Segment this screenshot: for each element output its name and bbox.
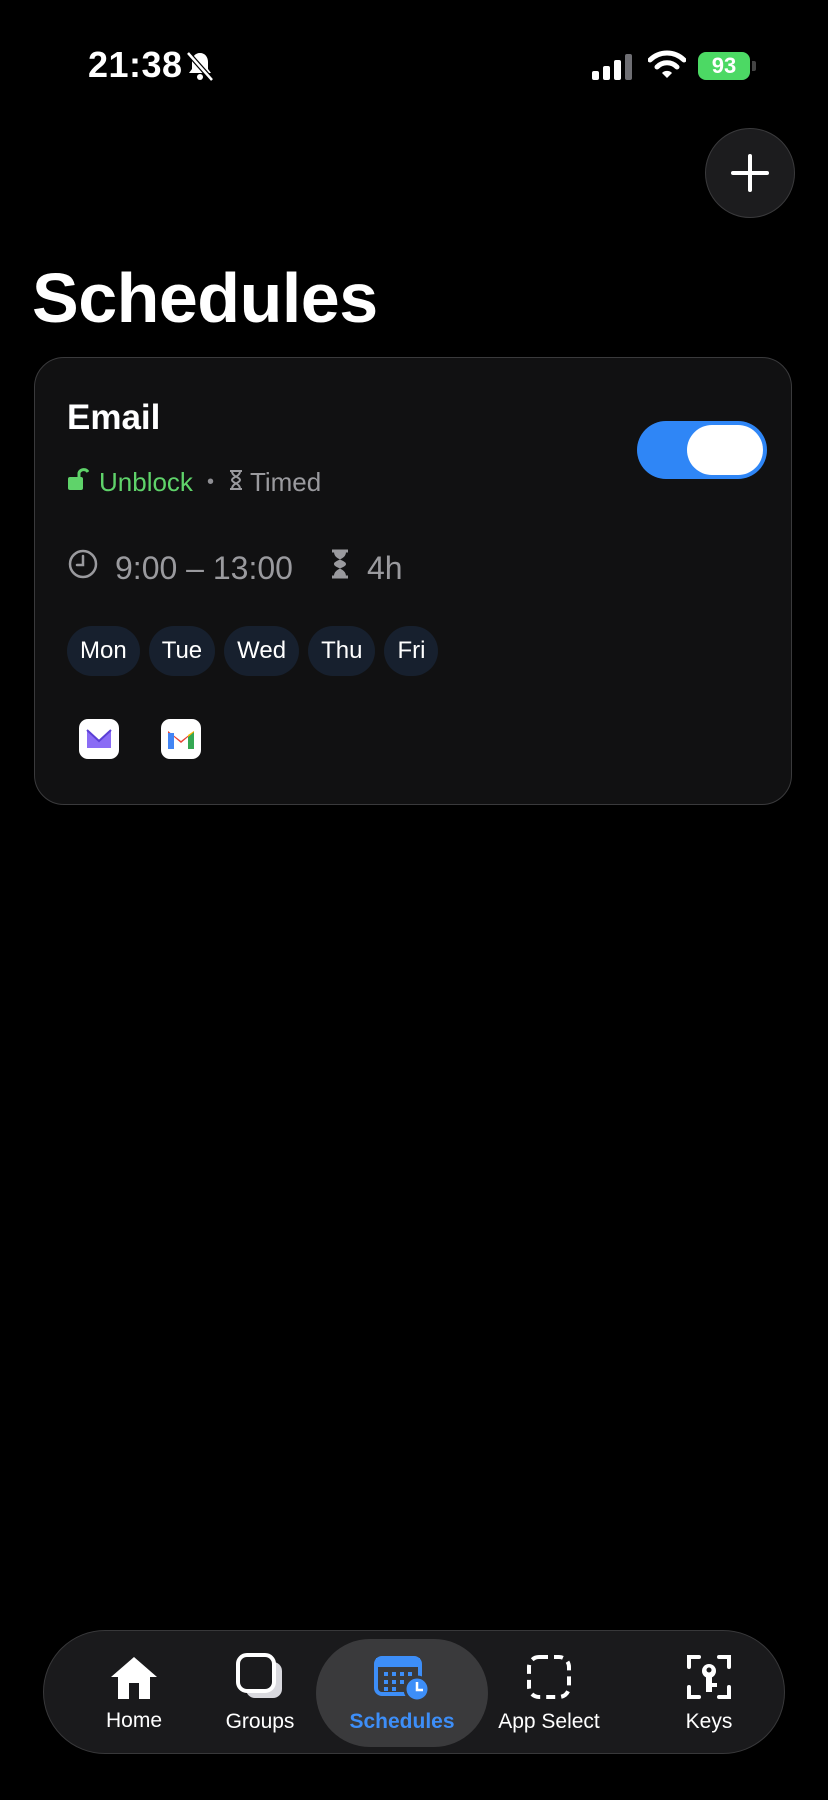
cellular-signal-icon: [592, 54, 634, 85]
status-time: 21:38: [88, 44, 183, 85]
day-chip: Mon: [67, 626, 140, 676]
day-chip: Thu: [308, 626, 376, 676]
schedule-name: Email: [67, 398, 161, 437]
key-icon: [687, 1655, 731, 1699]
battery-nub: [752, 61, 756, 71]
tab-bar: Home Groups Schedules App Select Keys: [43, 1630, 785, 1754]
gmail-icon: [161, 719, 201, 759]
tab-label: Groups: [225, 1710, 295, 1733]
toggle-knob: [687, 425, 763, 475]
tab-label: App Select: [498, 1710, 600, 1733]
day-chips: Mon Tue Wed Thu Fri: [67, 626, 439, 676]
schedule-time-row: 9:00 – 13:00 4h: [67, 548, 403, 588]
battery-level: 93: [711, 53, 737, 78]
tab-app-select[interactable]: App Select: [496, 1631, 602, 1755]
unlock-icon: [67, 466, 90, 499]
bell-muted-icon: [186, 49, 214, 88]
wifi-icon: [647, 50, 687, 85]
tab-home[interactable]: Home: [84, 1631, 184, 1755]
schedule-enabled-toggle[interactable]: [637, 421, 767, 479]
clock-icon: [67, 548, 99, 588]
schedule-meta: Unblock • Timed: [67, 466, 321, 499]
tab-label: Keys: [685, 1710, 733, 1733]
tab-label: Home: [105, 1709, 163, 1732]
schedule-card[interactable]: Email Unblock • Timed 9:00 – 13:00 4h Mo…: [34, 357, 792, 805]
tab-groups[interactable]: Groups: [210, 1631, 310, 1755]
plus-icon: [731, 154, 769, 192]
time-range: 9:00 – 13:00: [115, 549, 293, 586]
page-title: Schedules: [32, 259, 378, 337]
home-icon: [111, 1657, 157, 1699]
hourglass-icon: [329, 549, 351, 587]
tab-label: Schedules: [349, 1710, 455, 1733]
mode-label: Unblock: [99, 467, 193, 497]
day-chip: Wed: [224, 626, 300, 676]
proton-mail-icon: [79, 719, 119, 759]
tab-keys[interactable]: Keys: [669, 1631, 749, 1755]
day-chip: Fri: [384, 626, 439, 676]
battery-indicator: 93: [698, 52, 750, 80]
add-schedule-button[interactable]: [705, 128, 795, 218]
app-icons: [79, 719, 201, 759]
type-label: Timed: [249, 467, 322, 497]
duration: 4h: [366, 549, 403, 586]
separator-dot: •: [206, 471, 214, 493]
schedule-calendar-icon: [374, 1656, 431, 1702]
app-select-icon: [527, 1655, 571, 1699]
status-bar: 21:38 93: [0, 0, 828, 130]
groups-icon: [236, 1653, 282, 1698]
tab-schedules[interactable]: Schedules: [339, 1631, 465, 1755]
hourglass-icon: [228, 467, 244, 498]
day-chip: Tue: [148, 626, 216, 676]
